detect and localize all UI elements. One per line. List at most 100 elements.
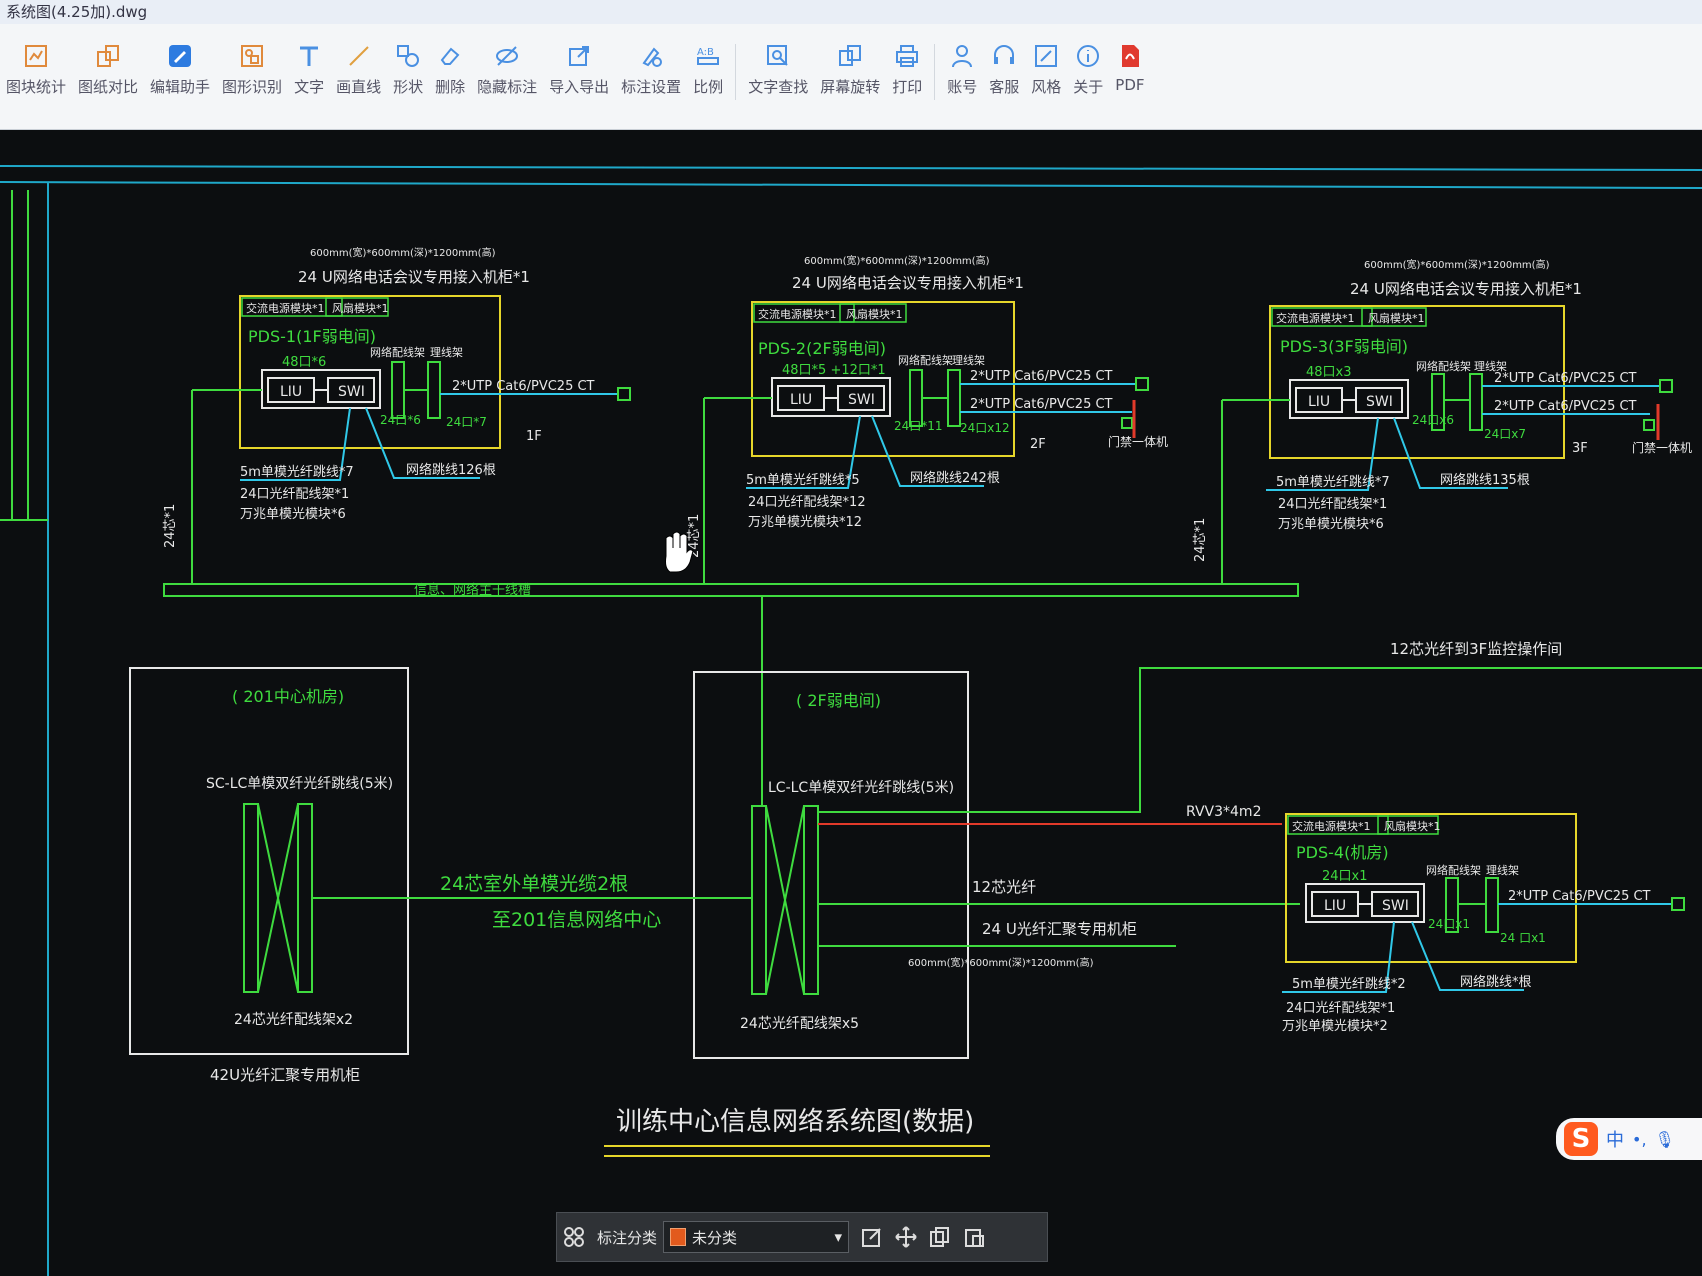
- cable-manager-label: 理线架: [952, 353, 985, 367]
- manager-ports: 24 口x1: [1500, 931, 1546, 945]
- toolbar: 图块统计 图纸对比 编辑助手 图形识别 文字 画直线 形状 删除 隐藏标注 导入…: [0, 24, 1702, 130]
- text-search-icon: [764, 42, 792, 70]
- room-2f[interactable]: ( 2F弱电间) LC-LC单模双纤光纤跳线(5米) 24芯光纤配线架x5: [693, 671, 969, 1059]
- toolbar-rotate[interactable]: 屏幕旋转: [820, 42, 880, 97]
- toolbar-separator: [934, 44, 936, 100]
- rack24-size-label: 600mm(宽)*600mm(深)*1200mm(高): [908, 956, 1094, 969]
- grid-icon[interactable]: [557, 1220, 591, 1254]
- patch-ports: 24口*11: [894, 419, 943, 433]
- utp-cable-label: 2*UTP Cat6/PVC25 CT: [452, 379, 595, 394]
- manager-ports: 24口x12: [960, 421, 1010, 435]
- liu-label: LIU: [790, 392, 812, 408]
- port-count: 24口x1: [1322, 869, 1368, 884]
- rotate-icon: [836, 42, 864, 70]
- toolbar-print[interactable]: 打印: [892, 42, 922, 97]
- toolbar-label: 编辑助手: [150, 78, 211, 96]
- patch-panel: [391, 361, 405, 419]
- category-select[interactable]: 未分类 ▾: [663, 1221, 850, 1253]
- toolbar-text[interactable]: 文字: [294, 42, 324, 97]
- cabinet-size-label: 600mm(宽)*600mm(深)*1200mm(高): [310, 246, 496, 259]
- power-module-label: 交流电源模块*1: [1292, 819, 1371, 833]
- room-title: ( 201中心机房): [232, 687, 344, 706]
- room-frame: [129, 667, 409, 1055]
- toolbar-import-export[interactable]: 导入导出: [549, 42, 609, 97]
- odf-label: 24芯光纤配线架x5: [740, 1016, 859, 1032]
- note-fiber-jumper: 5m单模光纤跳线*2: [1292, 977, 1406, 992]
- toolbar-erase[interactable]: 删除: [435, 42, 465, 97]
- pds4-cabinet[interactable]: 交流电源模块*1 风扇模块*1 PDS-4(机房) 24口x1 LIU SWI …: [1282, 813, 1685, 1034]
- toolbar-block-stats[interactable]: 图块统计: [6, 42, 66, 97]
- ime-status-bar[interactable]: S 中 •, 🎙: [1556, 1118, 1702, 1160]
- punctuation-icon[interactable]: •,: [1632, 1130, 1647, 1149]
- toolbar-about[interactable]: 关于: [1073, 42, 1103, 97]
- pds2-cabinet[interactable]: 600mm(宽)*600mm(深)*1200mm(高) 24 U网络电话会议专用…: [687, 254, 1168, 584]
- patch-panel-label: 网络配线架: [370, 345, 425, 359]
- door-access-label: 门禁一体机: [1108, 434, 1168, 449]
- border-line: [0, 165, 1702, 171]
- toolbar-support[interactable]: 客服: [989, 42, 1019, 97]
- pds3-cabinet[interactable]: 600mm(宽)*600mm(深)*1200mm(高) 24 U网络电话会议专用…: [1193, 258, 1692, 584]
- power-module-label: 交流电源模块*1: [246, 301, 325, 315]
- shape-icon: [394, 42, 422, 70]
- fan-module-label: 风扇模块*1: [1368, 311, 1425, 325]
- odf-left: [751, 805, 767, 995]
- ime-mode[interactable]: 中: [1606, 1126, 1624, 1152]
- jumper-label: SC-LC单模双纤光纤跳线(5米): [206, 776, 393, 792]
- note-optical-module: 万兆单模光模块*6: [240, 507, 346, 522]
- odf-right: [297, 803, 313, 993]
- cable-manager-label: 理线架: [430, 345, 463, 359]
- toolbar-pdf[interactable]: PDF: [1115, 42, 1145, 94]
- toolbar-label: 隐藏标注: [477, 78, 538, 96]
- toolbar-hide-annotation[interactable]: 隐藏标注: [477, 42, 537, 97]
- swi-label: SWI: [338, 384, 365, 400]
- toolbar-account[interactable]: 账号: [947, 42, 977, 97]
- power-module-label: 交流电源模块*1: [758, 307, 837, 321]
- move-icon[interactable]: [889, 1220, 923, 1254]
- hide-icon: [493, 42, 521, 70]
- toolbar-compare[interactable]: 图纸对比: [78, 42, 138, 97]
- microphone-icon[interactable]: 🎙: [1655, 1130, 1675, 1149]
- patch-panel-label: 网络配线架: [1416, 359, 1471, 373]
- scale-icon: A:B: [694, 42, 722, 70]
- patch-ports: 24口*6: [380, 413, 421, 427]
- toolbar-text-search[interactable]: 文字查找: [748, 42, 808, 97]
- copy-icon[interactable]: [923, 1220, 957, 1254]
- toolbar-label: 文字: [294, 78, 325, 96]
- toolbar-line[interactable]: 画直线: [336, 42, 381, 97]
- fan-module-label: 风扇模块*1: [1384, 819, 1441, 833]
- toolbar-scale[interactable]: A:B 比例: [693, 42, 723, 97]
- toolbar-shape-recognition[interactable]: 图形识别: [222, 42, 282, 97]
- toolbar-label: 账号: [947, 78, 978, 96]
- outlet-symbol: [1121, 417, 1133, 429]
- center-201-room[interactable]: ( 201中心机房) SC-LC单模双纤光纤跳线(5米) 24芯光纤配线架x2 …: [129, 667, 409, 1084]
- pds1-cabinet[interactable]: 600mm(宽)*600mm(深)*1200mm(高) 24 U网络电话会议专用…: [163, 246, 631, 584]
- chevron-down-icon: ▾: [834, 1228, 843, 1246]
- toolbar-shape[interactable]: 形状: [393, 42, 423, 97]
- power-module-label: 交流电源模块*1: [1276, 311, 1355, 325]
- room-title: ( 2F弱电间): [796, 691, 881, 710]
- drawing-canvas[interactable]: 600mm(宽)*600mm(深)*1200mm(高) 24 U网络电话会议专用…: [0, 130, 1702, 1276]
- utp-cable-label: 2*UTP Cat6/PVC25 CT: [970, 369, 1113, 384]
- paste-icon[interactable]: [957, 1220, 991, 1254]
- outlet-symbol: [1135, 377, 1149, 391]
- line-icon: [345, 42, 373, 70]
- toolbar-label: 画直线: [336, 78, 382, 96]
- toolbar-style[interactable]: 风格: [1031, 42, 1061, 97]
- edit-icon[interactable]: [855, 1220, 889, 1254]
- patch-panel: [909, 369, 923, 427]
- swi-label: SWI: [1366, 394, 1393, 410]
- shape-recognition-icon: [238, 42, 266, 70]
- pds-name: PDS-1(1F弱电间): [248, 327, 376, 346]
- toolbar-annotation-settings[interactable]: 标注设置: [621, 42, 681, 97]
- category-color-swatch: [670, 1228, 687, 1246]
- cable-manager: [1485, 877, 1499, 933]
- backbone-tray-frame: [163, 583, 1299, 597]
- toolbar-edit-assistant[interactable]: 编辑助手: [150, 42, 210, 97]
- fiber-12-label: 12芯光纤: [972, 878, 1036, 896]
- svg-text:A:B: A:B: [697, 47, 714, 58]
- liu-label: LIU: [280, 384, 302, 400]
- odf-left: [243, 803, 259, 993]
- annotation-settings-icon: [637, 42, 665, 70]
- cabinet-label: 24 U网络电话会议专用接入机柜*1: [792, 274, 1024, 292]
- toolbar-label: 客服: [989, 78, 1020, 96]
